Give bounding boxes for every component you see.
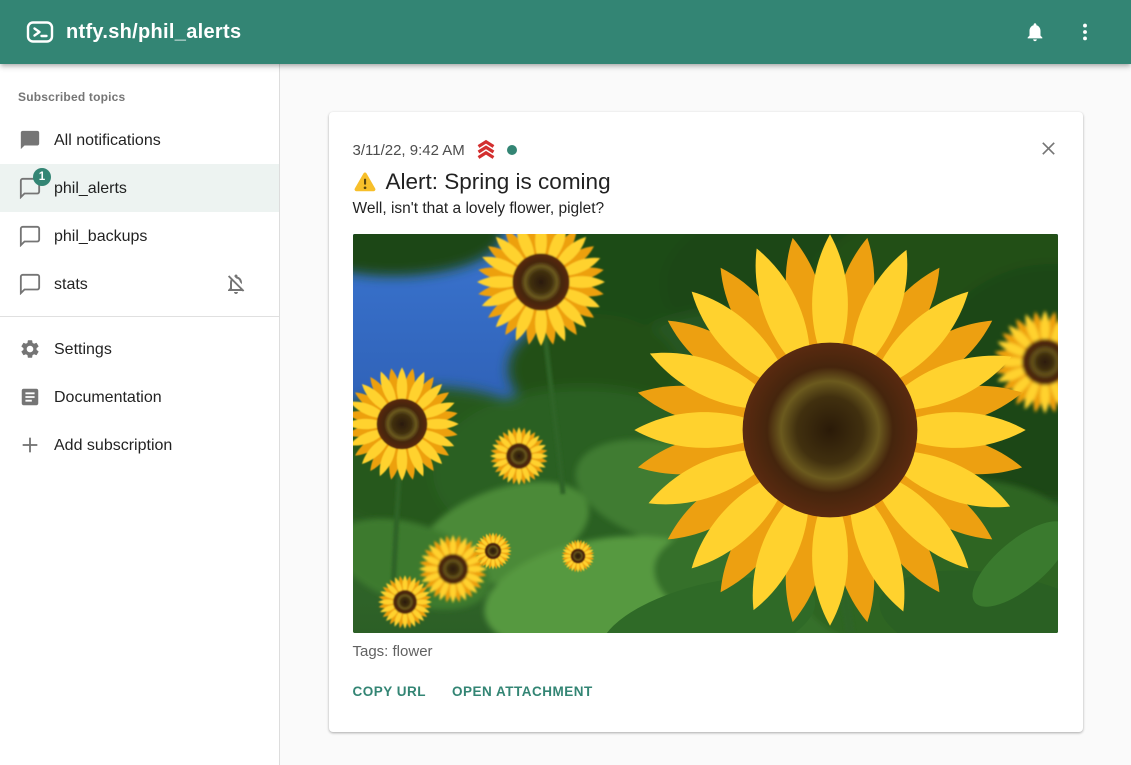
chat-bubble-outline-icon: 1	[18, 176, 42, 200]
sidebar-item-documentation[interactable]: Documentation	[0, 373, 279, 421]
app-window: ntfy.sh/phil_alerts Subscribed topics	[0, 0, 1131, 765]
notification-meta: 3/11/22, 9:42 AM	[353, 138, 1059, 162]
notification-actions: COPY URL OPEN ATTACHMENT	[353, 678, 1059, 705]
unread-count-badge: 1	[33, 168, 51, 186]
warning-emoji-icon	[353, 170, 377, 194]
attachment-image[interactable]	[353, 234, 1058, 633]
sidebar-item-phil-backups[interactable]: phil_backups	[0, 212, 279, 260]
app-bar: ntfy.sh/phil_alerts	[0, 0, 1131, 64]
max-priority-icon	[473, 138, 499, 162]
notification-timestamp: 3/11/22, 9:42 AM	[353, 142, 465, 159]
close-notification-button[interactable]	[1029, 128, 1069, 168]
notifications-muted-icon	[224, 272, 248, 296]
ntfy-terminal-logo-icon	[26, 18, 54, 46]
main-content: 3/11/22, 9:42 AM	[280, 64, 1131, 765]
sidebar-item-all-notifications[interactable]: All notifications	[0, 116, 279, 164]
notifications-button[interactable]	[1015, 12, 1055, 52]
sidebar-item-settings[interactable]: Settings	[0, 325, 279, 373]
sidebar: Subscribed topics All notifications 1 ph…	[0, 64, 280, 765]
notification-body: Well, isn't that a lovely flower, piglet…	[353, 200, 1059, 218]
notification-card: 3/11/22, 9:42 AM	[329, 112, 1083, 732]
sidebar-item-label: Add subscription	[54, 437, 172, 454]
chat-bubble-filled-icon	[18, 128, 42, 152]
article-icon	[18, 385, 42, 409]
overflow-menu-button[interactable]	[1065, 12, 1105, 52]
sidebar-item-phil-alerts[interactable]: 1 phil_alerts	[0, 164, 279, 212]
sidebar-item-label: phil_backups	[54, 228, 147, 245]
close-icon	[1038, 138, 1059, 159]
sidebar-item-label: Documentation	[54, 389, 162, 406]
subscribed-topics-label: Subscribed topics	[0, 68, 279, 116]
copy-url-button[interactable]: COPY URL	[353, 678, 427, 705]
open-attachment-button[interactable]: OPEN ATTACHMENT	[452, 678, 593, 705]
chat-bubble-outline-icon	[18, 224, 42, 248]
sidebar-item-stats[interactable]: stats	[0, 260, 279, 308]
chat-bubble-outline-icon	[18, 272, 42, 296]
page-title: ntfy.sh/phil_alerts	[66, 21, 241, 44]
gear-icon	[18, 337, 42, 361]
notification-tags: Tags: flower	[353, 643, 1059, 660]
sidebar-item-label: phil_alerts	[54, 180, 127, 197]
plus-icon	[18, 433, 42, 457]
notification-title-text: Alert: Spring is coming	[386, 169, 611, 195]
notification-title: Alert: Spring is coming	[353, 169, 1059, 195]
sidebar-divider	[0, 316, 279, 317]
sidebar-item-label: Settings	[54, 341, 112, 358]
bell-icon	[1024, 21, 1046, 43]
kebab-menu-icon	[1074, 21, 1096, 43]
sidebar-item-add-subscription[interactable]: Add subscription	[0, 421, 279, 469]
sidebar-item-label: stats	[54, 276, 88, 293]
sidebar-item-label: All notifications	[54, 132, 161, 149]
new-indicator-dot	[507, 145, 517, 155]
